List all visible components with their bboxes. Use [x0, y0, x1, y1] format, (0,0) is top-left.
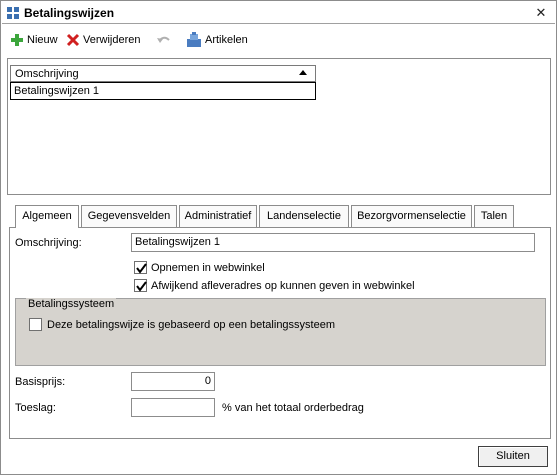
payment-system-label: Deze betalingswijze is gebaseerd op een … — [47, 319, 336, 331]
column-header-omschrijving[interactable]: Omschrijving — [10, 65, 316, 82]
tab-gegevensvelden[interactable]: Gegevensvelden — [81, 205, 177, 227]
title-bar: Betalingswijzen ✕ — [2, 2, 555, 24]
articles-button-label: Artikelen — [205, 34, 248, 46]
new-button[interactable]: Nieuw — [10, 31, 58, 49]
sort-ascending-icon — [299, 70, 307, 75]
close-button[interactable]: Sluiten — [478, 446, 548, 467]
tab-administratief[interactable]: Administratief — [179, 205, 257, 227]
payment-system-group-title: Betalingssysteem — [26, 298, 117, 310]
tab-talen[interactable]: Talen — [474, 205, 514, 227]
footer: Sluiten — [2, 441, 555, 474]
close-icon[interactable]: ✕ — [533, 5, 549, 21]
surcharge-suffix: % van het totaal orderbedrag — [222, 402, 364, 414]
include-webshop-label: Opnemen in webwinkel — [151, 262, 265, 274]
surcharge-input[interactable] — [131, 398, 215, 417]
toolbar: Nieuw Verwijderen Artikelen — [2, 25, 555, 55]
description-input[interactable]: Betalingswijzen 1 — [131, 233, 535, 252]
new-button-label: Nieuw — [27, 34, 58, 46]
articles-button[interactable]: Artikelen — [186, 31, 248, 49]
include-webshop-checkbox[interactable] — [134, 261, 147, 274]
list-item-label: Betalingswijzen 1 — [14, 85, 99, 97]
payment-system-group: Betalingssysteem Deze betalingswijze is … — [15, 298, 546, 366]
list-item[interactable]: Betalingswijzen 1 — [10, 82, 316, 100]
x-icon — [66, 33, 80, 47]
window-title: Betalingswijzen — [24, 6, 115, 20]
delete-button-label: Verwijderen — [83, 34, 141, 46]
tab-landenselectie[interactable]: Landenselectie — [259, 205, 349, 227]
alt-address-checkbox[interactable] — [134, 279, 147, 292]
delete-button[interactable]: Verwijderen — [66, 31, 140, 49]
undo-icon — [156, 33, 172, 47]
base-price-input[interactable]: 0 — [131, 372, 215, 391]
articles-icon — [186, 32, 202, 48]
list-view: Omschrijving Betalingswijzen 1 — [7, 58, 551, 195]
description-label: Omschrijving: — [15, 237, 82, 249]
checkmark-icon — [136, 263, 147, 274]
plus-icon — [10, 33, 24, 47]
checkmark-icon — [136, 281, 147, 292]
tab-algemeen[interactable]: Algemeen — [15, 205, 79, 228]
undo-button[interactable] — [156, 31, 172, 49]
alt-address-label: Afwijkend afleveradres op kunnen geven i… — [151, 280, 415, 292]
tab-bezorgvormenselectie[interactable]: Bezorgvormenselectie — [351, 205, 472, 227]
column-header-label: Omschrijving — [15, 68, 79, 80]
payment-system-checkbox[interactable] — [29, 318, 42, 331]
base-price-label: Basisprijs: — [15, 376, 66, 388]
dialog-window: Betalingswijzen ✕ Nieuw Verwijderen Arti… — [0, 0, 557, 475]
app-grid-icon — [7, 7, 19, 19]
surcharge-label: Toeslag: — [15, 402, 56, 414]
